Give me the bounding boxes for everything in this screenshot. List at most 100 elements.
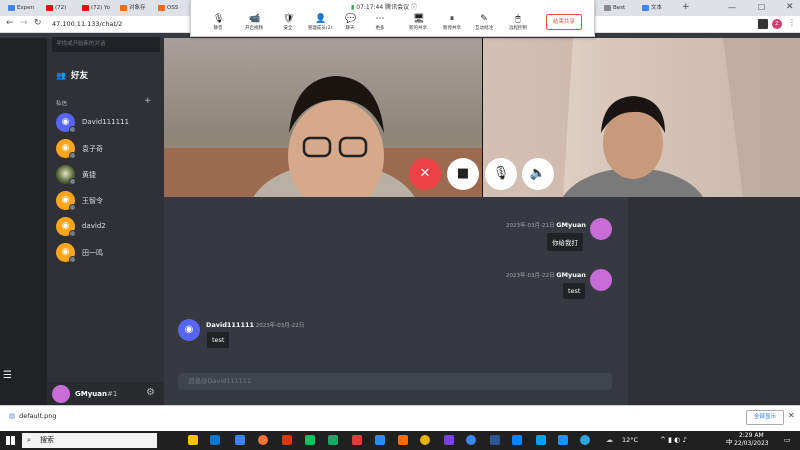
dm-item[interactable]: ◉ David111111 — [56, 113, 160, 135]
mute-button[interactable]: 🎙 静音 — [203, 15, 233, 32]
profile-avatar[interactable]: Z — [772, 19, 782, 29]
dm-item[interactable]: ◉ david2 — [56, 217, 160, 239]
app-icon[interactable] — [328, 435, 338, 445]
settings-gear-icon[interactable]: ⚙ — [146, 387, 155, 398]
camera-icon: ■ — [456, 166, 470, 181]
browser-tab[interactable]: Best — [602, 2, 630, 15]
start-video-button[interactable]: 📹 开启视频 — [239, 15, 269, 32]
message-bubble: test — [207, 332, 230, 348]
user-avatar[interactable] — [52, 385, 70, 403]
browser-tab[interactable]: OSS — [156, 2, 190, 15]
app-icon[interactable] — [398, 435, 408, 445]
message-input[interactable]: 消息@David111111 — [178, 373, 612, 390]
download-bar — [0, 405, 800, 431]
app-icon[interactable] — [444, 435, 454, 445]
app-icon[interactable] — [558, 435, 568, 445]
dm-name: 田一鸣 — [82, 249, 103, 257]
status-indicator — [69, 126, 76, 133]
message-header: 2023年-03月-21日 GMyuan — [506, 221, 586, 229]
browser-tab[interactable]: (72) — [44, 2, 80, 15]
dm-name: 王智令 — [82, 197, 103, 205]
pause-share-button[interactable]: ⏸ 暂停共享 — [437, 14, 467, 32]
friends-icon: 👥 — [56, 71, 66, 80]
conversation-search[interactable]: 寻找或开始新的对话 — [52, 37, 160, 52]
google-icon — [642, 5, 649, 11]
info-icon[interactable]: ⓘ — [411, 4, 417, 11]
youtube-icon — [82, 5, 89, 11]
more-button[interactable]: ⋯ 更多 — [365, 15, 395, 32]
file-explorer-icon[interactable] — [188, 435, 198, 445]
annotate-button[interactable]: ✎ 互动批注 — [469, 15, 499, 32]
menu-icon[interactable]: ⋮ — [788, 18, 796, 27]
download-item[interactable]: ▤ default.png — [9, 412, 56, 420]
weather-icon[interactable]: ☁ — [606, 436, 613, 444]
app-icon[interactable] — [420, 435, 430, 445]
browser-tab[interactable]: 文本 — [640, 2, 670, 15]
temperature: 12°C — [622, 436, 639, 444]
hang-up-button[interactable]: ✕ — [409, 158, 441, 190]
app-icon[interactable] — [490, 435, 500, 445]
avatar: ◉ — [178, 319, 200, 341]
tab-favicon-icon — [604, 5, 611, 11]
speaker-button[interactable]: 🔈 — [522, 158, 554, 190]
mic-button[interactable]: 🎙 — [485, 158, 517, 190]
search-icon: ⌕ — [27, 436, 31, 444]
taskbar-search[interactable]: ⌕ 搜索 — [22, 433, 157, 448]
browser-tab[interactable]: 对象存 — [118, 2, 156, 15]
meeting-status: ▮ 07:17:44 腾讯会议 ⓘ — [351, 4, 418, 11]
tab-view-icon[interactable] — [758, 19, 768, 29]
dm-name: david2 — [82, 222, 106, 230]
app-icon[interactable] — [352, 435, 362, 445]
friends-link[interactable]: 👥 好友 — [56, 69, 88, 81]
dm-name: 黄捷 — [82, 171, 96, 179]
new-tab-icon[interactable]: + — [682, 2, 690, 12]
clock[interactable]: 2:29 AM 22/03/2023 — [734, 432, 769, 448]
browser-tab[interactable]: Expen — [6, 2, 40, 15]
browser-tab[interactable]: (72) Yo — [80, 2, 116, 15]
edge-icon[interactable] — [210, 435, 220, 445]
tab-favicon-icon — [8, 5, 15, 11]
security-button[interactable]: 🛡 安全 — [273, 15, 303, 32]
new-share-button[interactable]: 🖥 新的共享 — [403, 14, 433, 32]
back-icon[interactable]: ← — [6, 18, 14, 28]
pause-icon: ⏸ — [449, 14, 455, 24]
firefox-icon[interactable] — [258, 435, 268, 445]
telegram-icon[interactable] — [580, 435, 590, 445]
tray-icons[interactable]: ^ ▮ ◐ ♪ — [660, 436, 687, 444]
wechat-icon[interactable] — [305, 435, 315, 445]
menu-icon[interactable]: ☰ — [3, 370, 12, 381]
dm-item[interactable]: ◉ 王智令 — [56, 191, 160, 213]
close-icon[interactable]: ✕ — [788, 411, 795, 420]
remote-control-button[interactable]: 🖱 远程控制 — [503, 15, 533, 32]
close-icon[interactable]: ✕ — [786, 2, 794, 12]
chrome-icon[interactable] — [466, 435, 476, 445]
app-icon[interactable] — [536, 435, 546, 445]
user-icon: 👤 — [315, 14, 327, 24]
add-dm-icon[interactable]: + — [144, 96, 152, 106]
windows-start-icon[interactable] — [6, 436, 15, 445]
avatar — [590, 269, 612, 291]
manage-members-button[interactable]: 👤 管理成员(2) — [303, 14, 337, 32]
user-name: GMyuan#1 — [75, 390, 118, 398]
dm-item[interactable]: ◉ 袁子奇 — [56, 139, 160, 161]
show-all-button[interactable]: 全部显示 — [746, 410, 784, 425]
wps-icon[interactable] — [282, 435, 292, 445]
camera-button[interactable]: ■ — [447, 158, 479, 190]
end-share-button[interactable]: 结束共享 — [546, 14, 582, 30]
screen-share-icon: 🖥 — [413, 14, 425, 24]
maximize-icon[interactable]: ☐ — [758, 3, 765, 12]
forward-icon[interactable]: → — [20, 18, 28, 28]
notification-icon[interactable]: ▭ — [784, 436, 791, 444]
dm-name: 袁子奇 — [82, 145, 103, 153]
dm-item[interactable]: ◉ 田一鸣 — [56, 243, 160, 265]
reload-icon[interactable]: ↻ — [34, 18, 42, 28]
minimize-icon[interactable]: — — [728, 3, 736, 12]
status-indicator — [69, 230, 76, 237]
app-icon[interactable] — [512, 435, 522, 445]
chat-button[interactable]: 💬 聊天 — [335, 15, 365, 32]
dm-item[interactable]: 黄捷 — [56, 165, 160, 187]
app-icon[interactable] — [375, 435, 385, 445]
input-language[interactable]: 中 — [726, 436, 733, 446]
app-icon[interactable] — [235, 435, 245, 445]
file-icon: ▤ — [9, 412, 16, 420]
